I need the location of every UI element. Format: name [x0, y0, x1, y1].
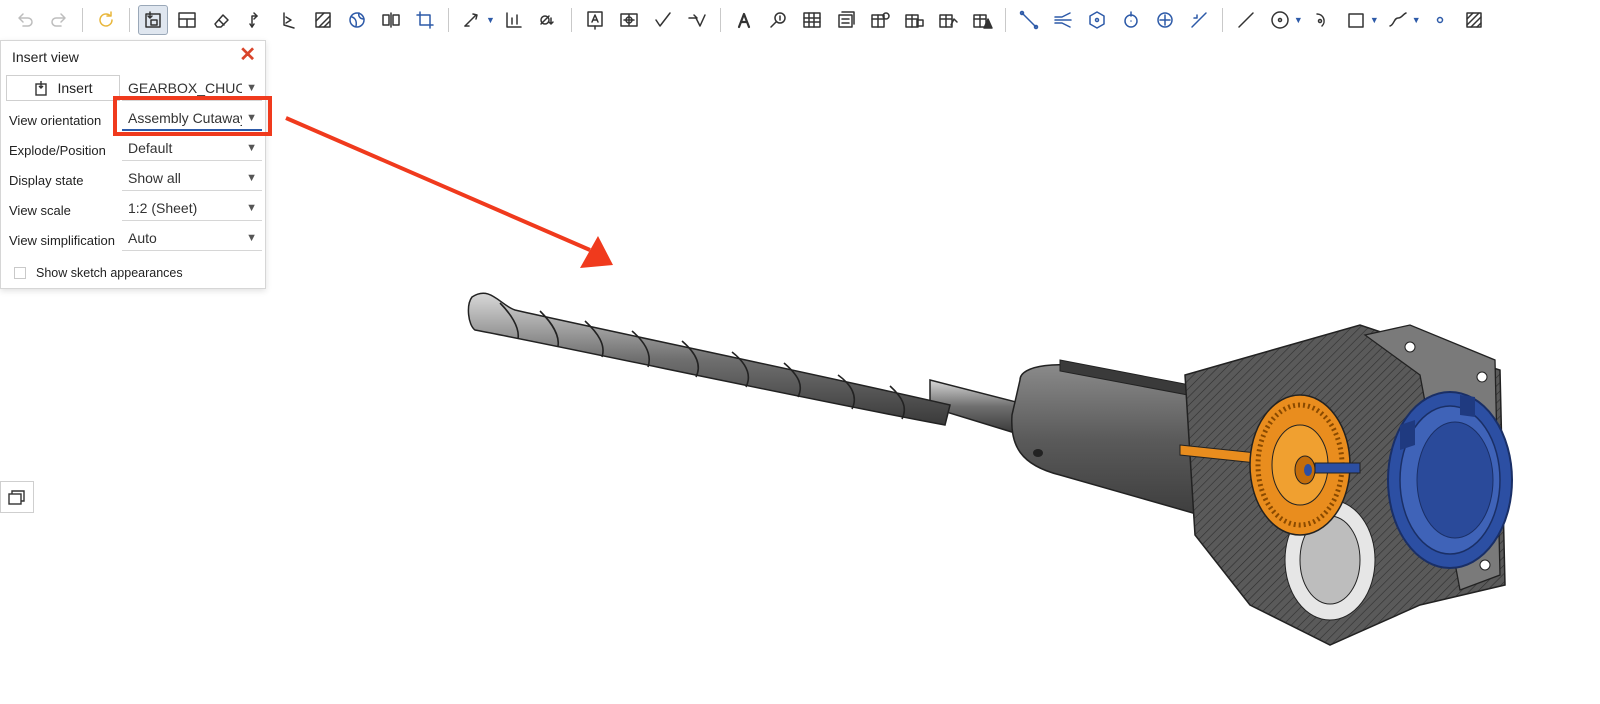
broken-view-icon[interactable]	[342, 5, 372, 35]
annotation-arrow	[285, 116, 613, 268]
view-orientation-label: View orientation	[9, 113, 102, 128]
eraser-icon[interactable]	[206, 5, 236, 35]
bend-table-icon[interactable]	[933, 5, 963, 35]
view-simplification-select[interactable]: Auto ▼	[122, 225, 262, 251]
bom-table-icon[interactable]	[831, 5, 861, 35]
explode-position-value: Default	[128, 140, 173, 156]
sheets-icon	[8, 490, 25, 505]
spline-icon[interactable]	[1383, 5, 1413, 35]
drawing-editor: ▼ ▼ ▼ ▼ Insert view ✕ Insert GEARBOX_CHU…	[0, 0, 1600, 704]
text-icon[interactable]	[729, 5, 759, 35]
chevron-down-icon[interactable]: ▼	[1412, 15, 1421, 25]
explode-position-label: Explode/Position	[9, 143, 106, 158]
crosshair-icon[interactable]	[1150, 5, 1180, 35]
point-icon[interactable]	[1082, 5, 1112, 35]
insert-button-label: Insert	[57, 80, 93, 96]
chevron-down-icon[interactable]: ▼	[1294, 15, 1303, 25]
chevron-down-icon[interactable]: ▼	[1370, 15, 1379, 25]
chevron-down-icon: ▼	[246, 232, 257, 244]
circle-icon[interactable]	[1265, 5, 1295, 35]
display-state-select[interactable]: Show all ▼	[122, 165, 262, 191]
table-icon[interactable]	[797, 5, 827, 35]
callout-icon[interactable]	[763, 5, 793, 35]
diameter-dimension-icon[interactable]	[533, 5, 563, 35]
dimension-icon[interactable]	[457, 5, 487, 35]
redo-icon[interactable]	[44, 5, 74, 35]
annotation-highlight-box	[113, 96, 272, 136]
chevron-down-icon: ▼	[246, 172, 257, 184]
show-sketch-appearances-label: Show sketch appearances	[36, 266, 183, 280]
insert-icon	[35, 81, 48, 96]
view-simplification-label: View simplification	[9, 233, 115, 248]
explode-position-select[interactable]: Default ▼	[122, 135, 262, 161]
view-scale-select[interactable]: 1:2 (Sheet) ▼	[122, 195, 262, 221]
small-circle-icon[interactable]	[1425, 5, 1455, 35]
toolbar-divider	[570, 8, 572, 32]
insert-button[interactable]: Insert	[6, 75, 120, 101]
projected-view-icon[interactable]	[240, 5, 270, 35]
toolbar-divider	[82, 8, 83, 32]
toolbar-divider	[1221, 8, 1223, 32]
angle-icon[interactable]	[1184, 5, 1214, 35]
display-state-value: Show all	[128, 170, 181, 186]
surface-finish-icon[interactable]	[648, 5, 678, 35]
centerline-icon[interactable]	[1014, 5, 1044, 35]
insert-view-icon[interactable]	[138, 5, 168, 35]
toolbar-divider	[129, 8, 130, 32]
auxiliary-view-icon[interactable]	[274, 5, 304, 35]
hatch-icon[interactable]	[1459, 5, 1489, 35]
line-icon[interactable]	[1231, 5, 1261, 35]
view-simplification-value: Auto	[128, 230, 157, 246]
panel-title: Insert view	[12, 49, 79, 65]
sheets-panel-button[interactable]	[0, 481, 34, 513]
ordinate-dimension-icon[interactable]	[499, 5, 529, 35]
crop-view-icon[interactable]	[410, 5, 440, 35]
weld-symbol-icon[interactable]	[682, 5, 712, 35]
datum-icon[interactable]	[614, 5, 644, 35]
toolbar-divider	[1004, 8, 1006, 32]
note-icon[interactable]	[580, 5, 610, 35]
chevron-down-icon: ▼	[246, 142, 257, 154]
centermark-icon[interactable]	[1048, 5, 1078, 35]
toolbar-divider	[448, 8, 449, 32]
close-icon[interactable]: ✕	[239, 45, 256, 65]
layout-icon[interactable]	[172, 5, 202, 35]
insert-view-panel: Insert view ✕ Insert GEARBOX_CHUCK ▼ Vie…	[0, 40, 266, 289]
show-sketch-appearances-checkbox[interactable]	[14, 267, 26, 279]
undo-icon[interactable]	[10, 5, 40, 35]
view-scale-label: View scale	[9, 203, 71, 218]
display-state-label: Display state	[9, 173, 84, 188]
gearbox-chuck-model	[467, 292, 1513, 646]
view-scale-value: 1:2 (Sheet)	[128, 200, 198, 216]
arc-icon[interactable]	[1307, 5, 1337, 35]
hole-table-icon[interactable]	[865, 5, 895, 35]
detail-view-icon[interactable]	[376, 5, 406, 35]
inspection-table-icon[interactable]	[967, 5, 997, 35]
section-view-icon[interactable]	[308, 5, 338, 35]
circle-center-icon[interactable]	[1116, 5, 1146, 35]
revision-table-icon[interactable]	[899, 5, 929, 35]
drawing-toolbar: ▼ ▼ ▼ ▼	[0, 0, 1600, 40]
toolbar-divider	[719, 8, 721, 32]
rectangle-icon[interactable]	[1341, 5, 1371, 35]
chevron-down-icon[interactable]: ▼	[486, 15, 495, 25]
update-icon[interactable]	[91, 5, 121, 35]
chevron-down-icon: ▼	[246, 202, 257, 214]
